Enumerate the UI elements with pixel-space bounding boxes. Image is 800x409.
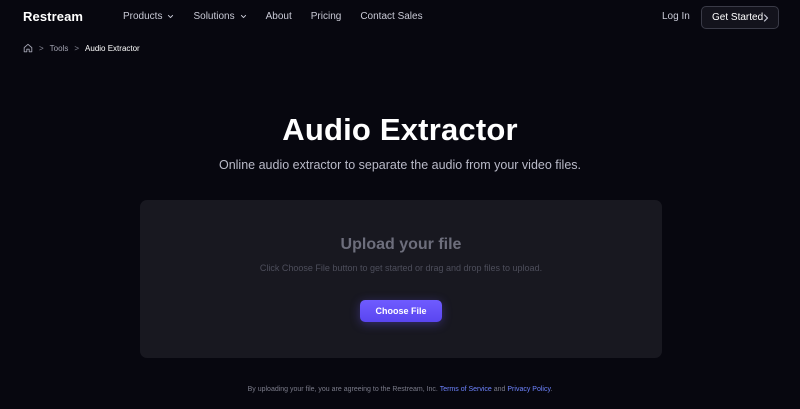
menu-item-pricing[interactable]: Pricing <box>311 11 342 22</box>
breadcrumb-tools[interactable]: Tools <box>50 44 69 53</box>
upload-dropzone[interactable]: Upload your file Click Choose File butto… <box>140 200 662 358</box>
legal-suffix: . <box>550 386 553 393</box>
get-started-label: Get Started <box>712 12 764 23</box>
legal-and: and <box>491 386 508 393</box>
legal-prefix: By uploading your file, you are agreeing… <box>247 386 440 393</box>
breadcrumb: > Tools > Audio Extractor <box>23 43 140 53</box>
breadcrumb-current: Audio Extractor <box>85 43 140 53</box>
upload-description: Click Choose File button to get started … <box>259 263 543 273</box>
page-title: Audio Extractor <box>282 112 518 147</box>
chevron-right-icon <box>763 14 769 22</box>
terms-of-service-link[interactable]: Terms of Service <box>440 386 492 393</box>
menu-item-solutions[interactable]: Solutions <box>193 11 246 22</box>
privacy-policy-link[interactable]: Privacy Policy <box>507 386 550 393</box>
get-started-button[interactable]: Get Started <box>701 6 779 29</box>
menu-item-products[interactable]: Products <box>123 11 174 22</box>
menu-item-about[interactable]: About <box>266 11 292 22</box>
legal-note: By uploading your file, you are agreeing… <box>0 386 800 393</box>
breadcrumb-separator: > <box>39 43 44 53</box>
restream-logo[interactable]: Restream <box>23 9 83 24</box>
chevron-down-icon <box>168 14 174 19</box>
login-link[interactable]: Log In <box>662 11 690 22</box>
menu-item-label: Products <box>123 11 163 22</box>
home-icon[interactable] <box>23 43 33 53</box>
menu-item-contact-sales[interactable]: Contact Sales <box>360 11 422 22</box>
main-menu: Products Solutions About Pricing Contact… <box>123 11 442 22</box>
menu-item-label: About <box>265 11 292 22</box>
choose-file-button[interactable]: Choose File <box>360 300 442 322</box>
chevron-down-icon <box>240 14 246 19</box>
top-nav: Restream Products Solutions About Pricin… <box>0 0 800 34</box>
upload-title: Upload your file <box>340 236 462 253</box>
menu-item-label: Contact Sales <box>360 11 423 22</box>
menu-item-label: Solutions <box>193 11 235 22</box>
menu-item-label: Pricing <box>310 11 342 22</box>
breadcrumb-separator: > <box>74 43 80 53</box>
page: Restream Products Solutions About Pricin… <box>0 0 800 409</box>
page-subtitle: Online audio extractor to separate the a… <box>218 158 581 172</box>
